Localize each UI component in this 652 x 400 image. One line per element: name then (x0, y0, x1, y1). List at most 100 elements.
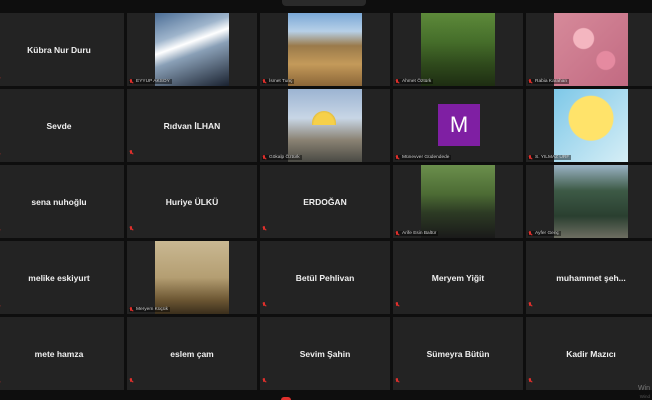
gallery-grid: Kübra Nur Duru EYYUP AKSOY İsmet Tunç Ahmet… (0, 13, 652, 390)
participant-name: sena nuhoğlu (31, 196, 87, 207)
windows-watermark-sub: Wind (639, 394, 650, 399)
mic-muted-icon (129, 218, 134, 236)
mic-muted-icon (395, 370, 400, 388)
participant-tile[interactable]: Sevim Şahin (260, 317, 390, 390)
participant-tile[interactable]: Rabia Karahan (526, 13, 652, 86)
mosque-dome (312, 111, 336, 125)
participant-label: EYYUP AKSOY (129, 79, 172, 84)
mic-muted-icon (395, 231, 400, 236)
participant-tile[interactable]: muhammet şeh... (526, 241, 652, 314)
participant-name: Sevde (46, 120, 72, 131)
participant-label-text: Gökalp Öztürk (269, 155, 300, 160)
participant-label-text: S. YILMAZ URF (535, 155, 570, 160)
participant-label-text: Meryem Küçük (136, 307, 168, 312)
participant-video-frame (288, 13, 362, 86)
participant-name: Kadir Mazıcı (566, 348, 616, 359)
participant-tile[interactable]: S. YILMAZ URF (526, 89, 652, 162)
participant-label: Gökalp Öztürk (262, 155, 302, 160)
participant-label: Arife Esin Baltür (395, 231, 439, 236)
mic-muted-icon (528, 370, 533, 388)
mic-muted-icon (0, 218, 1, 236)
participant-name: Huriye ÜLKÜ (165, 196, 219, 207)
participant-tile[interactable]: İsmet Tunç (260, 13, 390, 86)
participant-label-text: Rabia Karahan (535, 79, 568, 84)
participant-label: İsmet Tunç (262, 79, 295, 84)
participant-label-text: İsmet Tunç (269, 79, 293, 84)
mic-muted-icon (129, 142, 134, 160)
participant-label: Ahmet Öztürk (395, 79, 434, 84)
participant-tile[interactable]: Sevde (0, 89, 124, 162)
participant-tile[interactable]: Huriye ÜLKÜ (127, 165, 257, 238)
participant-label: Münevver Güdendede (395, 155, 452, 160)
mic-muted-icon (262, 155, 267, 160)
mic-muted-icon (129, 79, 134, 84)
participant-tile[interactable]: Arife Esin Baltür (393, 165, 523, 238)
participant-tile[interactable]: Ayfer Genç (526, 165, 652, 238)
participant-name: melike eskiyurt (28, 272, 90, 283)
participant-label-text: Ayfer Genç (535, 231, 559, 236)
participant-tile[interactable]: Meryem Küçük (127, 241, 257, 314)
avatar: M (438, 104, 480, 146)
participant-tile[interactable]: mete hamza (0, 317, 124, 390)
participant-tile[interactable]: melike eskiyurt (0, 241, 124, 314)
top-toolbar-handle[interactable] (282, 0, 366, 6)
participant-tile[interactable]: Gökalp Öztürk (260, 89, 390, 162)
participant-name: Meryem Yiğit (431, 272, 485, 283)
participant-name: eslem çam (170, 348, 214, 359)
participant-tile[interactable]: Sümeyra Bütün (393, 317, 523, 390)
windows-watermark: Win (637, 385, 650, 392)
participant-label-text: Ahmet Öztürk (402, 79, 432, 84)
participant-name: muhammet şeh... (556, 272, 626, 283)
participant-tile[interactable]: Rıdvan İLHAN (127, 89, 257, 162)
mic-muted-icon (0, 294, 1, 312)
mic-muted-icon (129, 307, 134, 312)
participant-tile[interactable]: sena nuhoğlu (0, 165, 124, 238)
participant-name: Sümeyra Bütün (426, 348, 490, 359)
participant-label: Rabia Karahan (528, 79, 570, 84)
participant-video-frame (288, 89, 362, 162)
participant-video-frame (421, 13, 495, 86)
participant-name: ERDOĞAN (303, 196, 347, 207)
participant-tile[interactable]: EYYUP AKSOY (127, 13, 257, 86)
participant-label: Ayfer Genç (528, 231, 561, 236)
participant-label-text: Arife Esin Baltür (402, 231, 437, 236)
participant-label: Meryem Küçük (129, 307, 170, 312)
participant-tile[interactable]: ERDOĞAN (260, 165, 390, 238)
mic-muted-icon (528, 231, 533, 236)
mic-muted-icon (395, 79, 400, 84)
mic-muted-icon (0, 370, 1, 388)
mic-muted-icon (395, 155, 400, 160)
participant-label-text: Münevver Güdendede (402, 155, 450, 160)
participant-name: Kübra Nur Duru (27, 44, 91, 55)
mic-muted-icon (528, 79, 533, 84)
participant-video-frame (155, 241, 229, 314)
mic-muted-icon (528, 155, 533, 160)
participant-name: Betül Pehlivan (295, 272, 355, 283)
mic-muted-icon (129, 370, 134, 388)
participant-tile[interactable]: Ahmet Öztürk (393, 13, 523, 86)
mic-muted-icon (0, 142, 1, 160)
participant-tile[interactable]: Meryem Yiğit (393, 241, 523, 314)
participant-tile[interactable]: Kadir Mazıcı (526, 317, 652, 390)
mic-muted-icon (395, 294, 400, 312)
participant-label-text: EYYUP AKSOY (136, 79, 170, 84)
participant-tile[interactable]: Betül Pehlivan (260, 241, 390, 314)
mic-muted-icon (0, 66, 1, 84)
participant-video-frame (421, 165, 495, 238)
participant-video-frame (155, 13, 229, 86)
mic-muted-icon (528, 294, 533, 312)
mic-muted-icon (262, 294, 267, 312)
participant-video-frame (554, 89, 628, 162)
participant-video-frame (554, 13, 628, 86)
mic-muted-icon (262, 218, 267, 236)
participant-name: mete hamza (34, 348, 84, 359)
participant-video-frame (554, 165, 628, 238)
participant-label: S. YILMAZ URF (528, 155, 572, 160)
mic-muted-icon (262, 370, 267, 388)
participant-tile[interactable]: M Münevver Güdendede (393, 89, 523, 162)
participant-tile[interactable]: Kübra Nur Duru (0, 13, 124, 86)
participant-name: Rıdvan İLHAN (163, 120, 221, 131)
participant-name: Sevim Şahin (299, 348, 351, 359)
participant-tile[interactable]: eslem çam (127, 317, 257, 390)
mic-muted-icon (262, 79, 267, 84)
